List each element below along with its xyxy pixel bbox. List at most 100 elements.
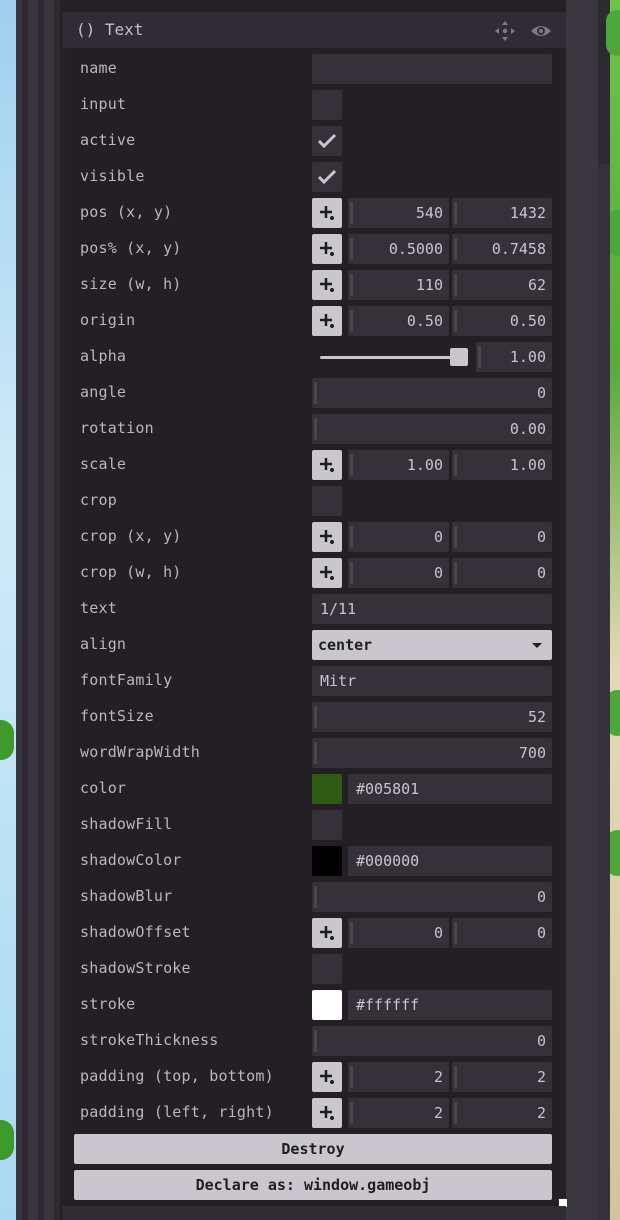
- row-alpha: alpha 1.00: [80, 342, 552, 372]
- row-crop-wh: crop (w, h) 0 0: [80, 558, 552, 588]
- crop-wh-drag-button[interactable]: [312, 558, 342, 588]
- alpha-slider[interactable]: [320, 356, 460, 359]
- stroke-thickness-input[interactable]: 0: [312, 1026, 552, 1056]
- font-size-input[interactable]: 52: [312, 702, 552, 732]
- color-swatch[interactable]: [312, 774, 342, 804]
- size-h-input[interactable]: 62: [452, 270, 552, 300]
- alpha-slider-thumb[interactable]: [450, 348, 468, 366]
- active-checkbox[interactable]: [312, 126, 342, 156]
- origin-drag-button[interactable]: [312, 306, 342, 336]
- pos-y-input[interactable]: 1432: [452, 198, 552, 228]
- move-plus-icon: [320, 530, 334, 544]
- field-label: align: [80, 635, 127, 653]
- padding-top-input[interactable]: 2: [348, 1062, 449, 1092]
- crop-h-input[interactable]: 0: [452, 558, 552, 588]
- field-label: text: [80, 599, 117, 617]
- row-shadow-blur: shadowBlur 0: [80, 882, 552, 912]
- shadow-color-swatch[interactable]: [312, 846, 342, 876]
- background-bush: [0, 1120, 14, 1160]
- padding-right-input[interactable]: 2: [452, 1098, 552, 1128]
- field-label: pos (x, y): [80, 203, 173, 221]
- shadow-offset-x-input[interactable]: 0: [348, 918, 449, 948]
- scale-y-input[interactable]: 1.00: [452, 450, 552, 480]
- next-panel-header[interactable]: [62, 1206, 566, 1220]
- destroy-button[interactable]: Destroy: [74, 1134, 552, 1164]
- origin-x-input[interactable]: 0.50: [348, 306, 449, 336]
- field-label: shadowStroke: [80, 959, 191, 977]
- shadow-blur-input[interactable]: 0: [312, 882, 552, 912]
- eye-icon[interactable]: [530, 20, 552, 42]
- field-label: size (w, h): [80, 275, 182, 293]
- move-arrows-icon[interactable]: [494, 20, 516, 42]
- shadow-color-input[interactable]: #000000: [348, 846, 552, 876]
- move-plus-icon: [320, 314, 334, 328]
- shadow-stroke-checkbox[interactable]: [312, 954, 342, 984]
- visible-checkbox[interactable]: [312, 162, 342, 192]
- word-wrap-width-input[interactable]: 700: [312, 738, 552, 768]
- stroke-color-input[interactable]: #ffffff: [348, 990, 552, 1020]
- crop-checkbox[interactable]: [312, 486, 342, 516]
- pos-percent-y-input[interactable]: 0.7458: [452, 234, 552, 264]
- pos-x-input[interactable]: 540: [348, 198, 449, 228]
- align-selected-value: center: [318, 636, 373, 654]
- crop-xy-drag-button[interactable]: [312, 522, 342, 552]
- field-label: color: [80, 779, 127, 797]
- move-plus-icon: [320, 1106, 334, 1120]
- padding-lr-drag-button[interactable]: [312, 1098, 342, 1128]
- text-input[interactable]: 1/11: [312, 594, 552, 624]
- origin-y-input[interactable]: 0.50: [452, 306, 552, 336]
- row-shadow-stroke: shadowStroke: [80, 954, 552, 984]
- field-label: input: [80, 95, 127, 113]
- align-select[interactable]: center: [312, 630, 552, 660]
- scale-x-input[interactable]: 1.00: [348, 450, 449, 480]
- row-visible: visible: [80, 162, 552, 192]
- field-label: crop (x, y): [80, 527, 182, 545]
- size-w-input[interactable]: 110: [348, 270, 449, 300]
- padding-left-input[interactable]: 2: [348, 1098, 449, 1128]
- background-sky: [0, 0, 16, 1220]
- pos-drag-button[interactable]: [312, 198, 342, 228]
- field-label: padding (top, bottom): [80, 1067, 274, 1085]
- padding-bottom-input[interactable]: 2: [452, 1062, 552, 1092]
- font-family-input[interactable]: Mitr: [312, 666, 552, 696]
- move-plus-icon: [320, 206, 334, 220]
- padding-tb-drag-button[interactable]: [312, 1062, 342, 1092]
- color-input[interactable]: #005801: [348, 774, 552, 804]
- angle-input[interactable]: 0: [312, 378, 552, 408]
- stroke-color-swatch[interactable]: [312, 990, 342, 1020]
- pos-percent-drag-button[interactable]: [312, 234, 342, 264]
- field-label: pos% (x, y): [80, 239, 182, 257]
- field-label: shadowBlur: [80, 887, 173, 905]
- shadow-offset-drag-button[interactable]: [312, 918, 342, 948]
- row-align: align center: [80, 630, 552, 660]
- scale-drag-button[interactable]: [312, 450, 342, 480]
- field-label: rotation: [80, 419, 154, 437]
- field-label: active: [80, 131, 136, 149]
- move-plus-icon: [320, 926, 334, 940]
- row-name: name: [80, 54, 552, 84]
- row-angle: angle 0: [80, 378, 552, 408]
- row-pos: pos (x, y) 540 1432: [80, 198, 552, 228]
- scrollbar[interactable]: [598, 164, 610, 1220]
- shadow-offset-y-input[interactable]: 0: [452, 918, 552, 948]
- field-label: stroke: [80, 995, 136, 1013]
- crop-w-input[interactable]: 0: [348, 558, 449, 588]
- alpha-input[interactable]: 1.00: [476, 342, 552, 372]
- pos-percent-x-input[interactable]: 0.5000: [348, 234, 449, 264]
- field-label: origin: [80, 311, 136, 329]
- field-label: visible: [80, 167, 145, 185]
- field-label: shadowFill: [80, 815, 173, 833]
- crop-x-input[interactable]: 0: [348, 522, 449, 552]
- row-stroke-thickness: strokeThickness 0: [80, 1026, 552, 1056]
- shadow-fill-checkbox[interactable]: [312, 810, 342, 840]
- declare-global-button[interactable]: Declare as: window.gameobj: [74, 1170, 552, 1200]
- field-label: strokeThickness: [80, 1031, 219, 1049]
- checkmark-icon: [317, 169, 337, 185]
- name-input[interactable]: [312, 54, 552, 84]
- rotation-input[interactable]: 0.00: [312, 414, 552, 444]
- panel-header[interactable]: () Text: [62, 12, 566, 48]
- crop-y-input[interactable]: 0: [452, 522, 552, 552]
- background-bush: [0, 720, 14, 760]
- input-checkbox[interactable]: [312, 90, 342, 120]
- size-drag-button[interactable]: [312, 270, 342, 300]
